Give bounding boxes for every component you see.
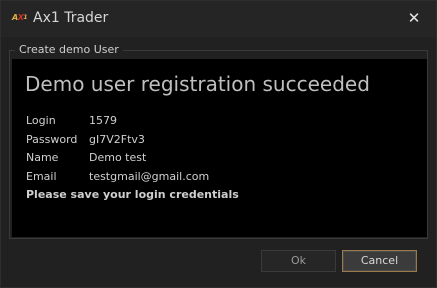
login-value: 1579: [89, 114, 117, 127]
ok-button[interactable]: Ok: [261, 250, 336, 272]
name-value: Demo test: [89, 151, 147, 164]
close-icon[interactable]: ✕: [407, 9, 421, 27]
email-label: Email: [26, 170, 57, 183]
email-value: testgmail@gmail.com: [89, 170, 210, 183]
success-heading: Demo user registration succeeded: [25, 72, 370, 96]
group-legend: Create demo User: [15, 43, 123, 57]
title-bar: AX1 Ax1 Trader ✕: [1, 1, 436, 37]
password-label: Password: [26, 133, 78, 146]
window-title: Ax1 Trader: [33, 10, 109, 26]
app-logo-icon: AX1: [12, 13, 28, 22]
dialog-window: AX1 Ax1 Trader ✕ Create demo User Demo u…: [0, 0, 437, 288]
cancel-button[interactable]: Cancel: [342, 250, 417, 272]
name-label: Name: [26, 151, 59, 164]
save-credentials-notice: Please save your login credentials: [26, 188, 239, 201]
login-label: Login: [26, 114, 56, 127]
password-value: gI7V2Ftv3: [89, 133, 145, 146]
